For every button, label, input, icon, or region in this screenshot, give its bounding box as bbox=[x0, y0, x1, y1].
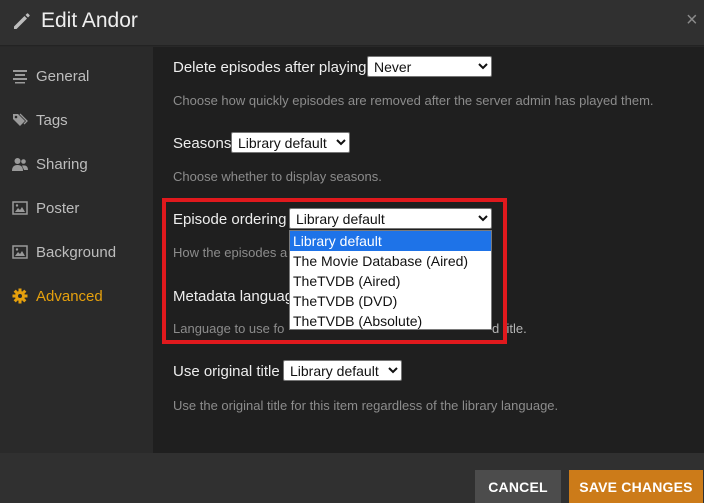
sidebar-item-label: General bbox=[36, 68, 90, 85]
close-icon[interactable]: × bbox=[686, 9, 698, 32]
sidebar-item-label: Advanced bbox=[36, 288, 103, 305]
background-icon bbox=[12, 245, 28, 259]
seasons-label: Seasons bbox=[173, 135, 232, 152]
seasons-help: Choose whether to display seasons. bbox=[173, 169, 382, 184]
cancel-button[interactable]: CANCEL bbox=[475, 470, 561, 503]
delete-episodes-select[interactable]: Never bbox=[367, 56, 492, 77]
sidebar-item-tags[interactable]: Tags bbox=[0, 103, 153, 139]
seasons-select[interactable]: Library default bbox=[231, 132, 350, 153]
poster-icon bbox=[12, 201, 28, 215]
sidebar-item-background[interactable]: Background bbox=[0, 235, 153, 271]
tag-icon bbox=[13, 113, 28, 126]
original-title-help: Use the original title for this item reg… bbox=[173, 398, 559, 413]
sidebar-item-sharing[interactable]: Sharing bbox=[0, 147, 153, 183]
sidebar-item-label: Poster bbox=[36, 200, 80, 217]
original-title-select[interactable]: Library default bbox=[283, 360, 402, 381]
modal-title: Edit Andor bbox=[41, 9, 138, 32]
sharing-icon bbox=[12, 158, 28, 171]
highlight-box bbox=[162, 198, 507, 344]
delete-episodes-label: Delete episodes after playing bbox=[173, 59, 367, 76]
sidebar-item-label: Background bbox=[36, 244, 117, 261]
modal-header: Edit Andor × bbox=[0, 0, 704, 46]
modal-footer: CANCEL SAVE CHANGES bbox=[0, 453, 704, 503]
sidebar: General Tags Sharing Poster Background A… bbox=[0, 47, 153, 453]
sidebar-item-general[interactable]: General bbox=[0, 59, 153, 95]
sidebar-item-label: Sharing bbox=[36, 156, 88, 173]
original-title-label: Use original title bbox=[173, 363, 280, 380]
delete-episodes-help: Choose how quickly episodes are removed … bbox=[173, 93, 654, 108]
pencil-icon bbox=[14, 13, 30, 29]
sidebar-item-label: Tags bbox=[36, 112, 68, 129]
sidebar-item-advanced[interactable]: Advanced bbox=[0, 279, 153, 315]
sidebar-item-poster[interactable]: Poster bbox=[0, 191, 153, 227]
gear-icon bbox=[12, 288, 28, 304]
save-changes-button[interactable]: SAVE CHANGES bbox=[569, 470, 703, 503]
general-icon bbox=[13, 70, 27, 84]
